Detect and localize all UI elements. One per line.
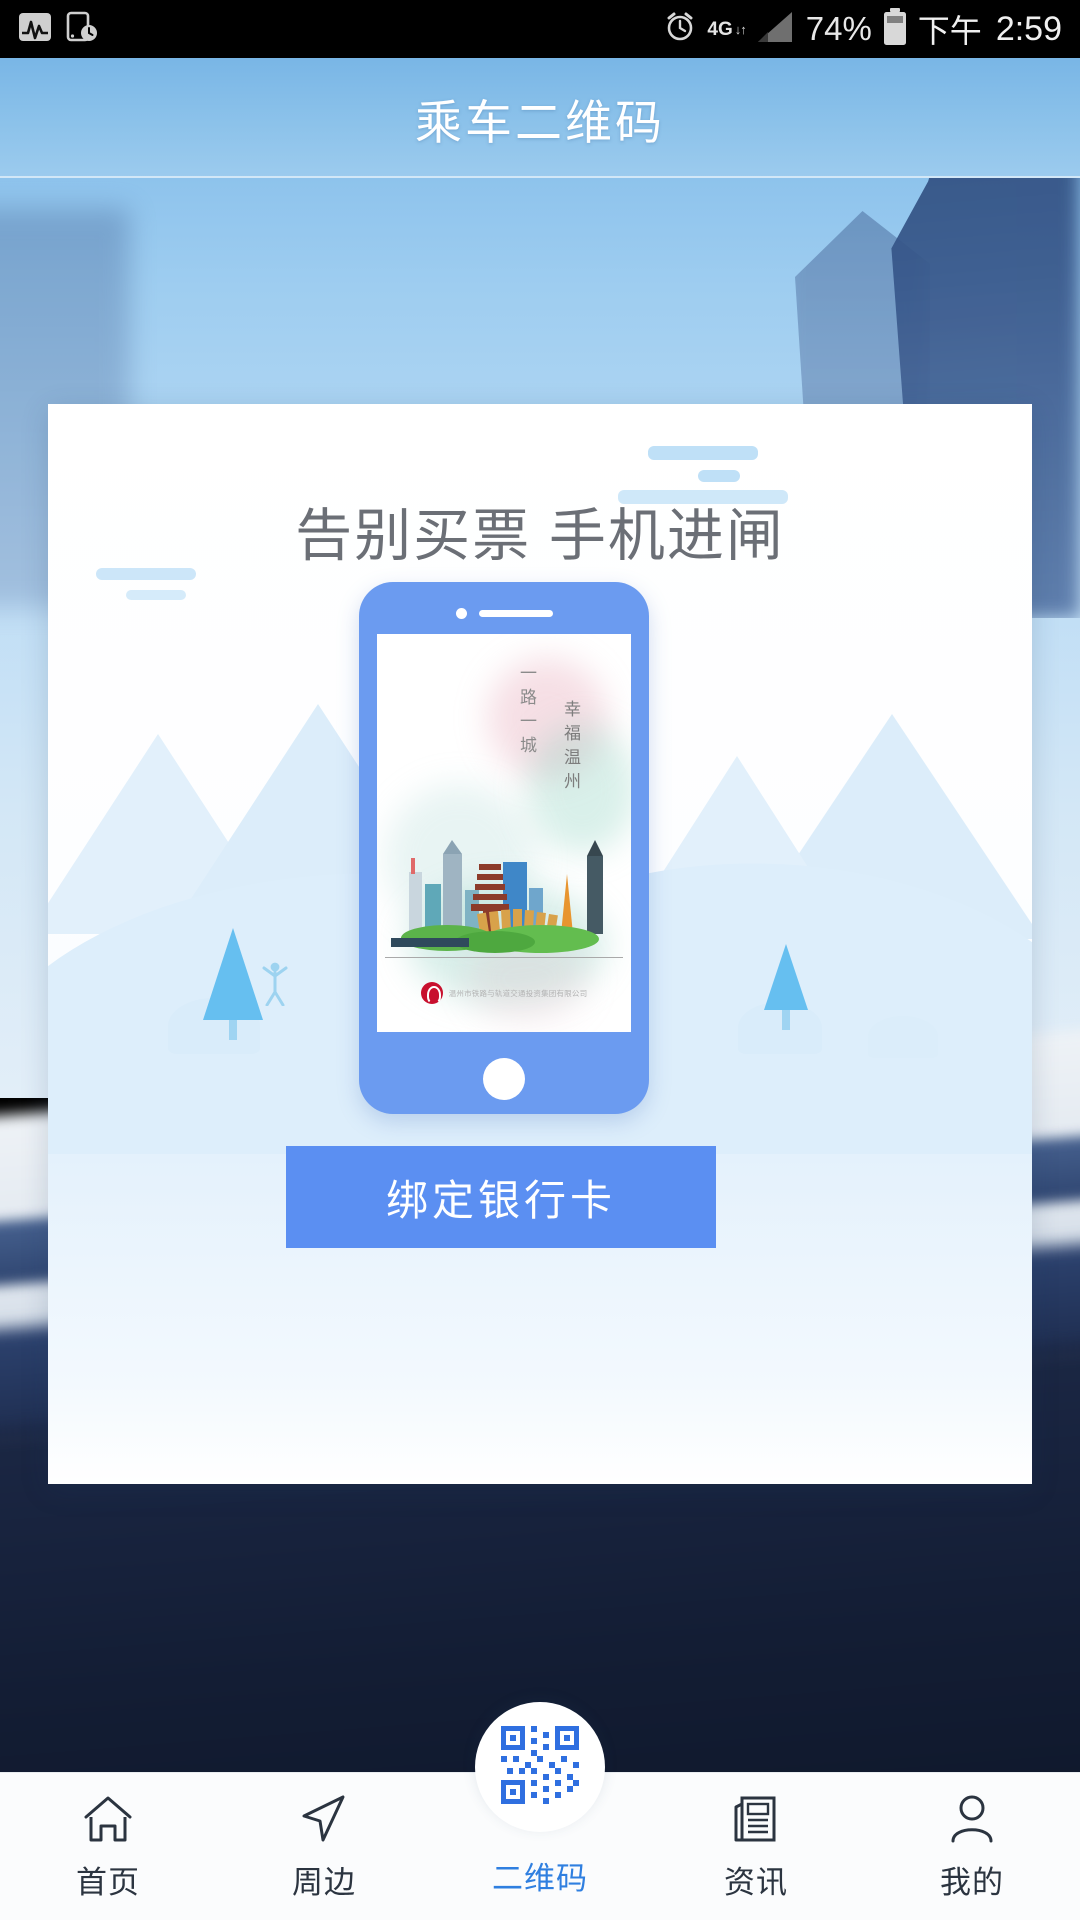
- wenzhou-rail-logo-icon: [420, 982, 443, 1004]
- navigate-icon: [296, 1787, 352, 1845]
- network-type-label: 4G: [707, 18, 733, 40]
- tab-news-label: 资讯: [724, 1865, 788, 1900]
- activity-monitor-icon: [18, 12, 52, 47]
- qrcode-icon: [497, 1722, 583, 1813]
- phone-screen-content: 一路一城 幸福温州 温州市铁路与轨道交通投资集团有限公司: [377, 634, 631, 1032]
- battery-percent-label: 74%: [805, 10, 872, 47]
- data-arrows-label: ↓↑: [734, 21, 747, 37]
- home-button-icon: [483, 1058, 525, 1100]
- tab-qrcode-button[interactable]: [475, 1702, 605, 1832]
- speaker-icon: [478, 610, 553, 617]
- clock-label: 2:59: [995, 9, 1062, 48]
- phone-screen: 4G ↓↑ 74% 下午 2:59 乘车二维码 告别买票 手机进闸 一路一城 幸…: [0, 0, 1080, 1920]
- tab-qrcode-label[interactable]: 二维码: [492, 1853, 588, 1898]
- poster-company-label: 温州市铁路与轨道交通投资集团有限公司: [448, 988, 588, 998]
- alarm-clock-icon: [663, 10, 697, 49]
- battery-icon: [882, 7, 908, 51]
- status-bar: 4G ↓↑ 74% 下午 2:59: [0, 0, 1080, 58]
- tab-home-label: 首页: [76, 1865, 140, 1900]
- city-skyline-illustration: [391, 834, 617, 954]
- home-icon: [80, 1787, 136, 1845]
- poster-vertical-text-1: 一路一城: [517, 664, 536, 760]
- cloud-bar-icon: [698, 470, 740, 482]
- tree-icon: [203, 928, 263, 1040]
- poster-credit: 温州市铁路与轨道交通投资集团有限公司: [377, 982, 631, 1004]
- tab-nearby-label: 周边: [292, 1865, 356, 1900]
- network-type-indicator: 4G ↓↑: [707, 18, 747, 40]
- promo-card: 告别买票 手机进闸 一路一城 幸福温州 温州市铁路与轨道交通投资集团有限公司 绑…: [48, 404, 1032, 1484]
- tree-icon: [764, 944, 808, 1030]
- tab-nearby[interactable]: 周边: [216, 1787, 432, 1902]
- tab-profile-label: 我的: [940, 1865, 1004, 1900]
- cloud-bar-icon: [648, 446, 758, 460]
- app-header: 乘车二维码: [0, 58, 1080, 178]
- camera-icon: [455, 608, 467, 619]
- poster-ground-line: [385, 957, 623, 958]
- person-silhouette-icon: [260, 960, 290, 1011]
- person-icon: [944, 1787, 1000, 1845]
- tab-home[interactable]: 首页: [0, 1787, 216, 1902]
- poster-vertical-text-2: 幸福温州: [561, 700, 580, 796]
- screen-time-icon: [66, 11, 98, 48]
- page-title: 乘车二维码: [415, 95, 665, 149]
- wenzhou-poster: 一路一城 幸福温州 温州市铁路与轨道交通投资集团有限公司: [377, 634, 631, 1032]
- phone-notch: [359, 608, 649, 619]
- tab-news[interactable]: 资讯: [648, 1787, 864, 1902]
- bind-bank-card-button[interactable]: 绑定银行卡: [286, 1146, 716, 1248]
- header-divider: [0, 176, 1080, 178]
- phone-mockup: 一路一城 幸福温州 温州市铁路与轨道交通投资集团有限公司: [359, 582, 649, 1114]
- news-icon: [728, 1787, 784, 1845]
- card-headline: 告别买票 手机进闸: [295, 504, 785, 568]
- am-pm-label: 下午: [917, 13, 982, 49]
- signal-bars-icon: [756, 10, 796, 49]
- tab-profile[interactable]: 我的: [864, 1787, 1080, 1902]
- cloud-bar-icon: [126, 590, 186, 600]
